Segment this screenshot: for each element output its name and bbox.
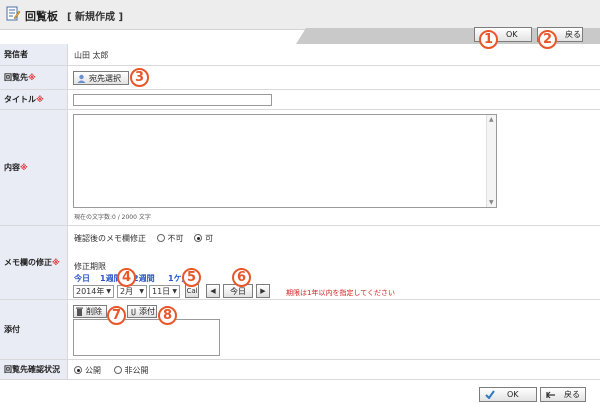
attach-delete-button[interactable]: 削除: [73, 305, 107, 318]
callout-6: 6: [232, 268, 251, 287]
triangle-left-icon: ◀: [210, 287, 216, 295]
memo-label: メモ欄の修正 ※: [0, 226, 68, 299]
callout-5: 5: [182, 268, 201, 287]
memo-option-no[interactable]: 不可: [156, 234, 184, 243]
content-scrollbar[interactable]: ▲ ▼: [486, 115, 496, 207]
memo-question-group: 確認後のメモ欄修正 不可 可: [74, 233, 213, 244]
title-label: タイトル ※: [0, 90, 68, 109]
callout-7: 7: [107, 306, 126, 325]
day-select[interactable]: 11日 ▼: [149, 285, 180, 298]
check-icon: [485, 390, 495, 399]
back-label: 戻る: [565, 30, 581, 39]
status-option-public[interactable]: 公開: [74, 366, 101, 375]
back-arrow-icon: [546, 391, 555, 398]
memo-option-yes[interactable]: 可: [194, 234, 213, 243]
page-title: 回覧板: [25, 10, 58, 23]
status-options: 公開 非公開: [74, 365, 149, 376]
sender-row: 発信者 山田 太郎: [0, 44, 600, 66]
content-label: 内容 ※: [0, 110, 68, 225]
year-select[interactable]: 2014年 ▼: [73, 285, 114, 298]
attach-file-list[interactable]: [73, 319, 220, 356]
attach-label: 添付: [0, 300, 68, 359]
ok-label: OK: [506, 30, 518, 39]
paperclip-icon: [131, 308, 136, 316]
status-label: 回覧先確認状況: [0, 360, 68, 379]
page-header: 回覧板 [ 新規作成 ]: [0, 0, 600, 30]
memo-question: 確認後のメモ欄修正: [74, 234, 146, 243]
calendar-icon: Cal: [186, 287, 198, 295]
required-mark: ※: [28, 73, 36, 82]
month-select[interactable]: 2月 ▼: [117, 285, 147, 298]
callout-3: 3: [130, 68, 149, 87]
attach-add-button[interactable]: 添付: [127, 305, 157, 318]
recipients-label: 回覧先 ※: [0, 66, 68, 89]
callout-8: 8: [158, 306, 177, 325]
sender-value: 山田 太郎: [74, 51, 109, 60]
period-label: 修正期限: [74, 262, 106, 271]
recipients-row: 回覧先 ※ 宛先選択 3: [0, 66, 600, 90]
char-count: 現在の文字数:0 / 2000 文字: [74, 214, 151, 221]
select-recipients-button[interactable]: 宛先選択: [73, 71, 129, 85]
triangle-right-icon: ▶: [260, 287, 266, 295]
content-row: 内容 ※ ▲ ▼ 現在の文字数:0 / 2000 文字: [0, 110, 600, 226]
next-day-button[interactable]: ▶: [256, 284, 270, 298]
quick-2weeks-link[interactable]: 2週間: [133, 273, 155, 284]
content-textarea[interactable]: ▲ ▼: [73, 114, 497, 208]
title-row: タイトル ※: [0, 90, 600, 110]
period-note: 期限は1年以内を指定してください: [286, 289, 396, 297]
quick-today-link[interactable]: 今日: [74, 273, 90, 284]
memo-row: メモ欄の修正 ※ 確認後のメモ欄修正 不可 可 修正期限 今日 1週間 2週間 1…: [0, 226, 600, 300]
ok-button-bottom[interactable]: OK: [479, 387, 537, 402]
page-subtitle: [ 新規作成 ]: [67, 12, 124, 23]
callout-4: 4: [117, 268, 136, 287]
trash-icon: [76, 307, 83, 316]
attach-row: 添付 削除 添付 7 8: [0, 300, 600, 360]
person-icon: [77, 74, 86, 83]
status-row: 回覧先確認状況 公開 非公開: [0, 360, 600, 380]
prev-day-button[interactable]: ◀: [206, 284, 220, 298]
back-button-bottom[interactable]: 戻る: [540, 387, 586, 402]
status-option-private[interactable]: 非公開: [113, 366, 149, 375]
sender-label: 発信者: [0, 44, 68, 65]
title-input[interactable]: [73, 94, 272, 106]
document-edit-icon: [6, 6, 20, 21]
